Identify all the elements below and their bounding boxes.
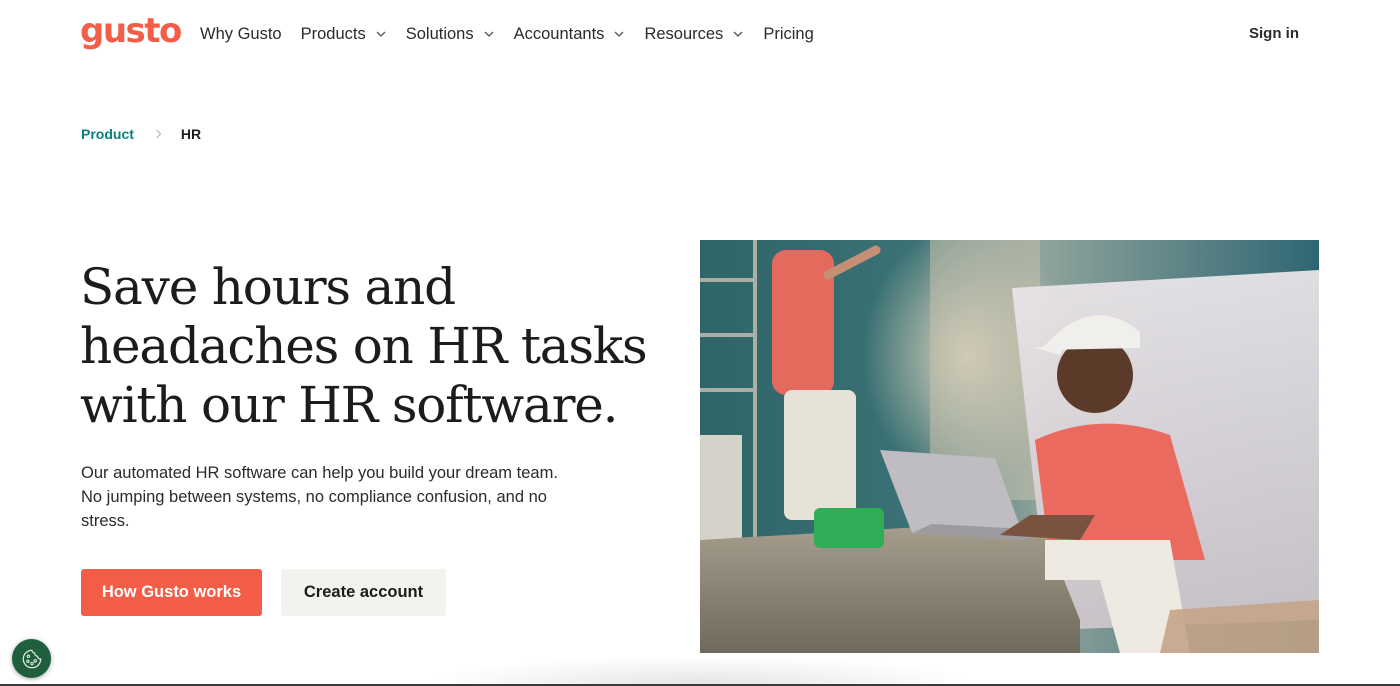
hero-title-line: Save hours and [80,258,456,316]
nav-label: Pricing [763,25,814,43]
nav-solutions[interactable]: Solutions [406,24,495,44]
chevron-down-icon [484,31,494,37]
chevron-down-icon [376,31,386,37]
hero-description-line: No jumping between systems, no complianc… [81,488,547,506]
hero-photo-illustration [700,240,1319,653]
main-nav: Why Gusto Products Solutions Accountants… [200,24,833,44]
tape-roll [814,508,884,548]
chevron-down-icon [614,31,624,37]
nav-products[interactable]: Products [301,24,387,44]
nav-label: Resources [644,25,724,43]
nav-accountants[interactable]: Accountants [514,24,626,44]
hero-description: Our automated HR software can help you b… [81,461,611,533]
hero-title: Save hours and headaches on HR tasks wit… [80,258,648,435]
hero-description-line: stress. [81,512,130,530]
chevron-down-icon [733,31,743,37]
nav-why-gusto[interactable]: Why Gusto [200,24,282,44]
how-gusto-works-button[interactable]: How Gusto works [81,569,262,616]
covered-table [700,520,1080,653]
create-account-button[interactable]: Create account [281,569,446,616]
nav-label: Why Gusto [200,25,282,43]
nav-label: Solutions [405,25,474,43]
site-header: gusto Why Gusto Products Solutions Accou… [0,0,1400,68]
bottom-shadow [420,656,980,684]
hero-title-line: with our HR software. [80,376,619,434]
hero-image [700,240,1319,653]
breadcrumb-product-link[interactable]: Product [81,126,134,142]
cookie-preferences-button[interactable] [12,639,51,678]
nav-resources[interactable]: Resources [644,24,744,44]
nav-label: Accountants [513,25,605,43]
hero-title-line: headaches on HR tasks [80,317,648,375]
breadcrumb-current: HR [180,126,202,142]
nav-label: Products [300,25,366,43]
hero-description-line: Our automated HR software can help you b… [81,464,558,482]
nav-pricing[interactable]: Pricing [763,24,813,44]
cookie-icon [22,649,41,668]
chevron-right-icon [155,129,162,139]
sign-in-link[interactable]: Sign in [1249,25,1299,42]
breadcrumb: Product HR [81,126,201,142]
gusto-logo[interactable]: gusto [80,11,182,51]
